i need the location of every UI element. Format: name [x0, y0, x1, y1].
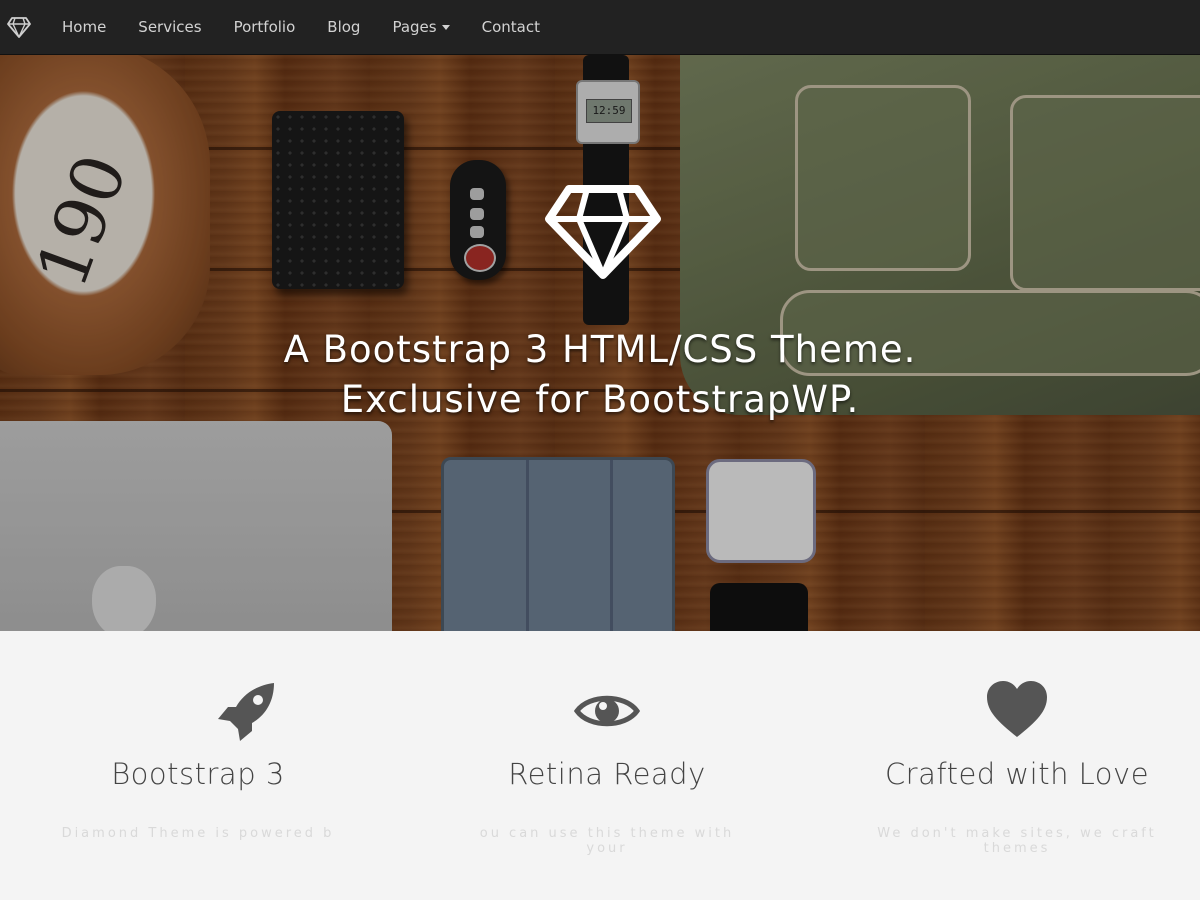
diamond-icon[interactable]: [7, 16, 31, 38]
nav-pages-dropdown[interactable]: Pages: [376, 0, 465, 54]
nav-services[interactable]: Services: [122, 0, 217, 54]
nav-portfolio[interactable]: Portfolio: [218, 0, 312, 54]
hero-title-line-1: A Bootstrap 3 HTML/CSS Theme.: [283, 328, 917, 371]
rocket-icon: [218, 683, 274, 741]
diamond-icon: [545, 185, 661, 279]
feature-description: Diamond Theme is powered b: [61, 826, 335, 841]
feature-title: Crafted with Love: [884, 757, 1150, 791]
nav-pages-label: Pages: [392, 18, 437, 36]
feature-description: ou can use this theme with your: [479, 826, 735, 856]
heart-icon: [987, 681, 1047, 737]
feature-description: We don't make sites, we craft themes: [877, 826, 1157, 856]
caret-down-icon: [441, 25, 450, 30]
eye-icon: [573, 695, 641, 727]
hero-banner: 190 12:59 A Bootstrap 3 HTML/CSS Theme. …: [0, 55, 1200, 631]
hero-title: A Bootstrap 3 HTML/CSS Theme. Exclusive …: [200, 325, 1000, 425]
features-section: Bootstrap 3 Diamond Theme is powered b R…: [0, 631, 1200, 900]
nav-menu: Home Services Portfolio Blog Pages Conta…: [46, 0, 556, 54]
nav-home[interactable]: Home: [46, 0, 122, 54]
feature-title: Bootstrap 3: [111, 757, 285, 791]
feature-title: Retina Ready: [508, 757, 706, 791]
hero-title-line-2: Exclusive for BootstrapWP.: [340, 378, 860, 421]
nav-blog[interactable]: Blog: [311, 0, 376, 54]
navbar: Home Services Portfolio Blog Pages Conta…: [0, 0, 1200, 55]
nav-contact[interactable]: Contact: [466, 0, 556, 54]
